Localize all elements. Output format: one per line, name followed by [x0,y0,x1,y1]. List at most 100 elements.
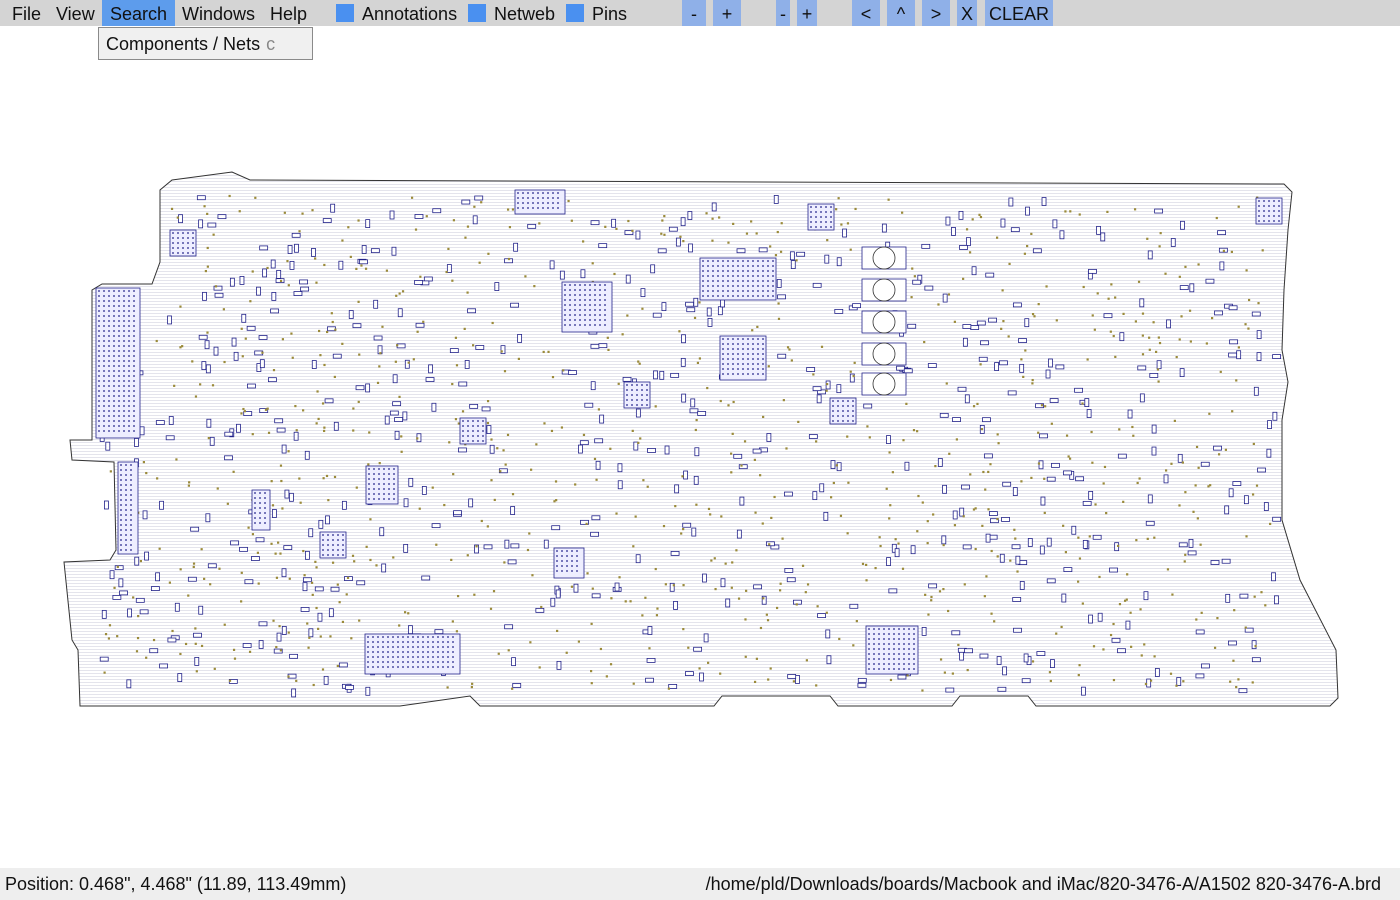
smd-part[interactable] [691,527,697,537]
pad-dot[interactable] [470,686,473,689]
pad-dot[interactable] [942,587,945,591]
pad-dot[interactable] [682,240,685,243]
pad-dot[interactable] [767,365,770,368]
smd-part[interactable] [421,486,427,495]
pad-dot[interactable] [887,198,890,201]
smd-part[interactable] [836,384,842,394]
smd-part[interactable] [680,357,686,367]
smd-part[interactable] [688,243,693,253]
pad-dot[interactable] [341,239,344,242]
pad-dot[interactable] [1269,522,1272,526]
pad-dot[interactable] [644,596,647,599]
pad-dot[interactable] [682,584,685,587]
pad-dot[interactable] [480,201,483,204]
smd-part[interactable] [1019,363,1025,373]
smd-part[interactable] [1052,219,1058,229]
pad-dot[interactable] [192,565,195,569]
smd-part[interactable] [207,222,217,228]
smd-part[interactable] [1214,310,1223,316]
smd-part[interactable] [826,655,832,665]
pad-dot[interactable] [232,648,236,651]
smd-part[interactable] [1023,653,1029,663]
pad-dot[interactable] [194,627,197,630]
pad-dot[interactable] [1173,419,1176,422]
pad-dot[interactable] [745,589,748,592]
pad-dot[interactable] [287,284,290,287]
pad-dot[interactable] [486,400,490,403]
pad-dot[interactable] [312,683,315,687]
pad-dot[interactable] [910,296,913,299]
smd-part[interactable] [1012,302,1022,308]
pad-dot[interactable] [801,564,805,567]
pad-dot[interactable] [1152,321,1155,324]
smd-part[interactable] [142,510,148,520]
smd-part[interactable] [907,323,917,329]
pad-dot[interactable] [451,620,454,623]
pad-dot[interactable] [543,422,546,425]
smd-part[interactable] [736,248,746,254]
pad-dot[interactable] [457,422,460,425]
pad-dot[interactable] [331,561,335,564]
pad-dot[interactable] [816,605,819,608]
smd-part[interactable] [396,343,406,349]
pad-dot[interactable] [1230,250,1233,253]
pad-dot[interactable] [732,222,735,226]
smd-part[interactable] [1039,545,1045,555]
pad-dot[interactable] [854,207,857,211]
smd-part[interactable] [703,633,709,643]
pad-dot[interactable] [1229,680,1232,683]
pad-dot[interactable] [924,593,927,596]
pad-dot[interactable] [1031,382,1034,385]
smd-part[interactable] [293,291,303,296]
pad-dot[interactable] [490,438,493,441]
pad-dot[interactable] [720,515,723,518]
smd-part[interactable] [159,500,164,510]
smd-part[interactable] [776,279,782,288]
pad-dot[interactable] [1197,466,1200,469]
pad-dot[interactable] [357,400,360,403]
pad-dot[interactable] [1251,493,1255,496]
smd-part[interactable] [894,548,900,558]
pad-dot[interactable] [562,369,565,372]
pad-dot[interactable] [762,415,765,419]
pad-dot[interactable] [1043,477,1046,480]
pad-dot[interactable] [1131,425,1134,429]
smd-part[interactable] [825,629,831,639]
pad-dot[interactable] [987,470,990,474]
smd-part[interactable] [472,215,478,225]
smd-part[interactable] [1103,313,1113,319]
smd-part[interactable] [328,608,334,618]
pad-dot[interactable] [499,470,502,473]
pad-dot[interactable] [660,232,663,235]
pad-dot[interactable] [466,554,469,557]
smd-part[interactable] [693,297,699,307]
menu-help[interactable]: Help [262,0,315,26]
pad-dot[interactable] [897,542,900,545]
pad-dot[interactable] [866,425,869,428]
smd-part[interactable] [790,260,796,269]
smd-part[interactable] [311,360,317,369]
pad-dot[interactable] [1118,428,1121,431]
smd-part[interactable] [758,247,768,253]
pad-dot[interactable] [1106,210,1109,214]
pad-dot[interactable] [401,290,405,293]
pad-dot[interactable] [301,212,304,215]
smd-part[interactable] [978,356,988,362]
smd-part[interactable] [1147,250,1153,260]
pad-dot[interactable] [1188,309,1192,312]
smd-part[interactable] [507,559,517,565]
pad-dot[interactable] [1194,484,1197,487]
pad-dot[interactable] [199,383,202,386]
pad-dot[interactable] [1114,355,1117,358]
smd-part[interactable] [1027,538,1033,547]
smd-part[interactable] [224,455,233,461]
pad-dot[interactable] [206,212,209,215]
smd-part[interactable] [584,402,594,408]
smd-part[interactable] [281,568,287,578]
pad-dot[interactable] [329,635,332,638]
pad-dot[interactable] [839,514,843,517]
pad-dot[interactable] [204,269,207,273]
smd-part[interactable] [134,438,139,447]
pad-dot[interactable] [790,359,793,362]
pad-dot[interactable] [1123,599,1127,602]
